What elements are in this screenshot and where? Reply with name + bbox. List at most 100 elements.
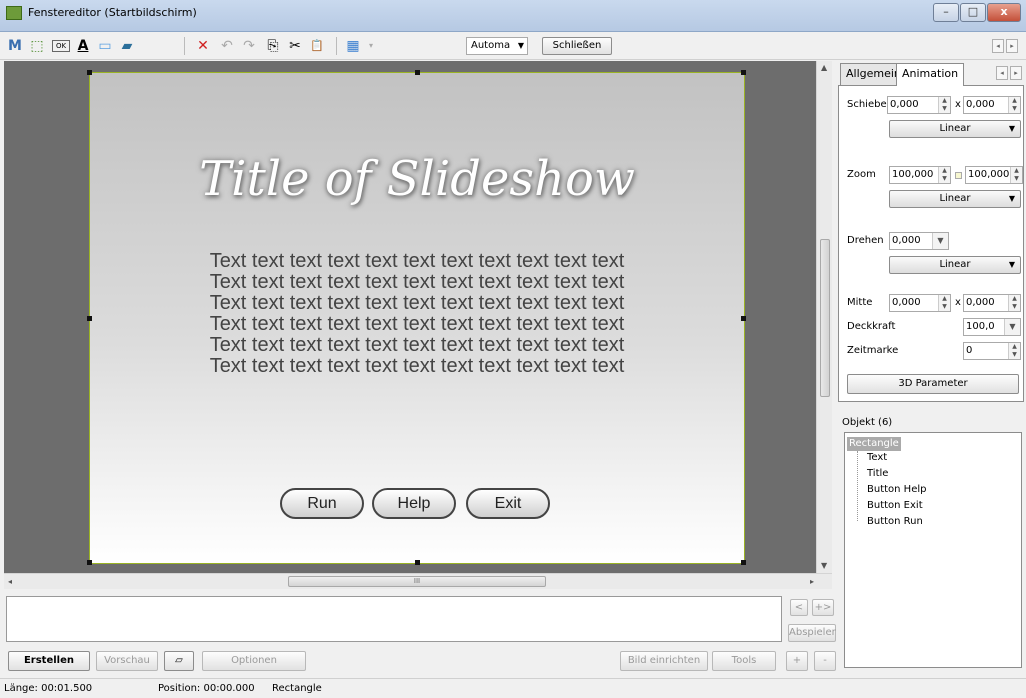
paste-icon[interactable]: 📋 — [308, 38, 326, 54]
timeline-next-button[interactable]: +> — [812, 599, 834, 616]
schieber-x-input[interactable]: 0,000 ▲ ▼ — [887, 96, 951, 114]
mode-combo[interactable]: Automa ▼ — [466, 37, 528, 55]
toolbar-separator — [184, 37, 185, 55]
redo-icon[interactable]: ↷ — [240, 38, 258, 54]
spinner-icon[interactable]: ▲ ▼ — [1008, 295, 1020, 311]
mitte-x-input[interactable]: 0,000 ▲ ▼ — [889, 294, 951, 312]
spinner-icon[interactable]: ▲ ▼ — [938, 167, 950, 183]
tree-item-title[interactable]: Title — [867, 467, 888, 481]
tree-item-button-run[interactable]: Button Run — [867, 515, 923, 529]
rectangle-icon[interactable]: ▭ — [96, 38, 114, 54]
chevron-down-icon[interactable]: ▼ — [932, 233, 948, 249]
minimize-button[interactable]: – — [933, 3, 959, 22]
slide-run-button[interactable]: Run — [280, 488, 364, 519]
object-tree[interactable]: Rectangle Text Title Button Help Button … — [844, 432, 1022, 668]
scroll-left-icon[interactable]: ◂ — [992, 39, 1004, 53]
spinner-icon[interactable]: ▲ ▼ — [938, 295, 950, 311]
resize-handle[interactable] — [87, 560, 92, 565]
copy-icon[interactable]: ⎘ — [264, 38, 282, 54]
status-object: Rectangle — [272, 683, 322, 694]
drehen-input[interactable]: 0,000 ▼ — [889, 232, 949, 250]
chevron-down-icon[interactable]: ▼ — [1004, 319, 1020, 335]
vertical-scroll-thumb[interactable] — [820, 239, 830, 397]
tree-item-rectangle[interactable]: Rectangle — [847, 437, 901, 451]
folder-icon[interactable]: ▱ — [164, 651, 194, 671]
title-bar: Fenstereditor (Startbildschirm) – □ x — [0, 0, 1026, 32]
mitte-x-value: 0,000 — [892, 297, 921, 308]
slide-exit-button[interactable]: Exit — [466, 488, 550, 519]
resize-handle[interactable] — [87, 70, 92, 75]
undo-icon[interactable]: ↶ — [218, 38, 236, 54]
tree-item-button-exit[interactable]: Button Exit — [867, 499, 923, 513]
drehen-value: 0,000 — [892, 235, 921, 246]
schieber-y-input[interactable]: 0,000 ▲ ▼ — [963, 96, 1021, 114]
slide-help-button[interactable]: Help — [372, 488, 456, 519]
resize-handle[interactable] — [741, 70, 746, 75]
scroll-right-icon[interactable]: ▸ — [1006, 39, 1018, 53]
maximize-button[interactable]: □ — [960, 3, 986, 22]
scroll-down-icon[interactable]: ▼ — [821, 561, 827, 570]
grid-dropdown-icon[interactable]: ▾ — [362, 38, 380, 54]
scroll-up-icon[interactable]: ▲ — [821, 63, 827, 72]
toolbar: M ⬚ OK A ▭ ▰ ✕ ↶ ↷ ⎘ ✂ 📋 ▦ ▾ Automa ▼ Sc… — [0, 32, 1026, 60]
add-button[interactable]: + — [786, 651, 808, 671]
slide-text-line: Text text text text text text text text … — [209, 313, 625, 335]
cut-icon[interactable]: ✂ — [286, 38, 304, 54]
resize-handle[interactable] — [741, 560, 746, 565]
zoom-y-input[interactable]: 100,000 ▲ ▼ — [965, 166, 1023, 184]
slide-title[interactable]: Title of Slideshow — [90, 151, 744, 207]
scroll-left-icon[interactable]: ◂ — [8, 577, 12, 586]
slide-rectangle[interactable]: Title of Slideshow Text text text text t… — [87, 70, 746, 565]
zoom-easing-value: Linear — [939, 193, 971, 204]
close-editor-button[interactable]: Schließen — [542, 37, 612, 55]
slide-canvas-area[interactable]: Title of Slideshow Text text text text t… — [4, 61, 816, 573]
ok-button-icon[interactable]: OK — [52, 40, 70, 52]
deckkraft-input[interactable]: 100,0 ▼ — [963, 318, 1021, 336]
mask-icon[interactable]: M — [6, 38, 24, 54]
tree-item-text[interactable]: Text — [867, 451, 887, 465]
close-window-button[interactable]: x — [987, 3, 1021, 22]
spinner-icon[interactable]: ▲ ▼ — [938, 97, 950, 113]
create-button[interactable]: Erstellen — [8, 651, 90, 671]
zoom-easing-select[interactable]: Linear ▼ — [889, 190, 1021, 208]
zoom-x-input[interactable]: 100,000 ▲ ▼ — [889, 166, 951, 184]
drehen-easing-select[interactable]: Linear ▼ — [889, 256, 1021, 274]
play-button[interactable]: Abspielen — [788, 624, 838, 642]
spinner-icon[interactable]: ▲ ▼ — [1010, 167, 1022, 183]
delete-icon[interactable]: ✕ — [194, 38, 212, 54]
resize-handle[interactable] — [415, 70, 420, 75]
objects-header: Objekt (6) — [842, 417, 893, 428]
3d-parameter-button[interactable]: 3D Parameter — [847, 374, 1019, 394]
tree-item-button-help[interactable]: Button Help — [867, 483, 926, 497]
select-frame-icon[interactable]: ⬚ — [28, 38, 46, 54]
zoom-link-checkbox[interactable] — [955, 172, 962, 179]
tab-scroll-left-icon[interactable]: ◂ — [996, 66, 1008, 80]
slide-text-block[interactable]: Text text text text text text text text … — [90, 251, 744, 377]
options-button[interactable]: Optionen — [202, 651, 306, 671]
tab-animation[interactable]: Animation — [896, 63, 965, 86]
scroll-right-icon[interactable]: ▸ — [810, 577, 814, 586]
zeitmarke-label: Zeitmarke — [847, 345, 899, 356]
text-icon[interactable]: A — [74, 38, 92, 54]
grid-icon[interactable]: ▦ — [344, 38, 362, 54]
spinner-icon[interactable]: ▲ ▼ — [1008, 343, 1020, 359]
slide-text-line: Text text text text text text text text … — [209, 292, 625, 314]
preview-button[interactable]: Vorschau — [96, 651, 158, 671]
resize-handle[interactable] — [415, 560, 420, 565]
mitte-y-input[interactable]: 0,000 ▲ ▼ — [963, 294, 1021, 312]
x-separator: x — [955, 297, 961, 308]
spinner-icon[interactable]: ▲ ▼ — [1008, 97, 1020, 113]
schieber-easing-select[interactable]: Linear ▼ — [889, 120, 1021, 138]
image-setup-button[interactable]: Bild einrichten — [620, 651, 708, 671]
tab-scroll-right-icon[interactable]: ▸ — [1010, 66, 1022, 80]
slide-text-line: Text text text text text text text text … — [209, 355, 625, 377]
remove-button[interactable]: - — [814, 651, 836, 671]
vertical-scrollbar[interactable]: ▲ ▼ — [816, 61, 832, 573]
zeitmarke-input[interactable]: 0 ▲ ▼ — [963, 342, 1021, 360]
tools-button[interactable]: Tools — [712, 651, 776, 671]
timeline-textbox[interactable] — [6, 596, 782, 642]
horizontal-scroll-thumb[interactable]: III — [288, 576, 546, 587]
image-icon[interactable]: ▰ — [118, 38, 136, 54]
timeline-prev-button[interactable]: < — [790, 599, 808, 616]
horizontal-scrollbar[interactable]: ◂ III ▸ — [4, 573, 832, 589]
